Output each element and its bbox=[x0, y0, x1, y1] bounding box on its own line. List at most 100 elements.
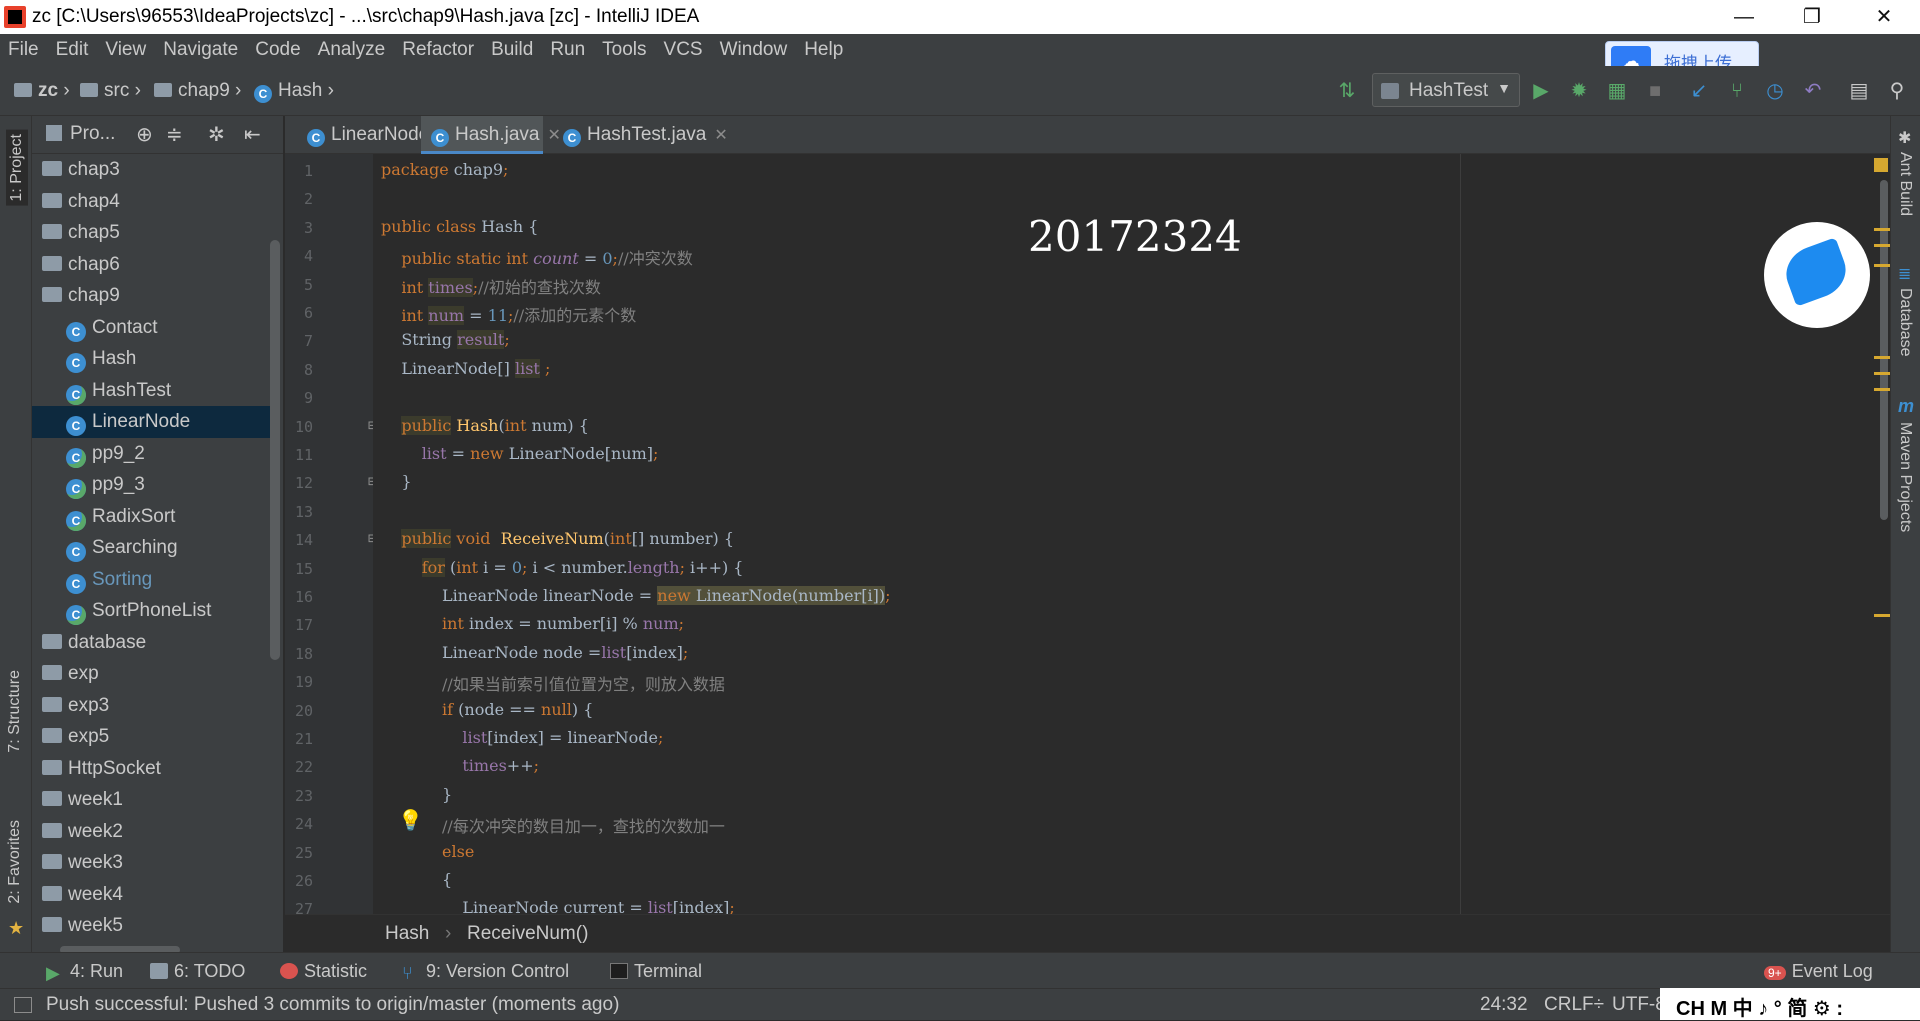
tree-item-searching[interactable]: C Searching bbox=[32, 532, 270, 564]
error-stripe[interactable] bbox=[1874, 154, 1890, 914]
tab-hashtest[interactable]: C HashTest.java ✕ bbox=[553, 116, 728, 154]
code-line[interactable]: package chap9; bbox=[381, 160, 508, 179]
todo-tool-button[interactable]: 6: TODO bbox=[150, 961, 245, 982]
search-icon[interactable]: ⚲ bbox=[1884, 78, 1910, 104]
tree-item-week4[interactable]: week4 bbox=[32, 879, 270, 911]
menu-analyze[interactable]: Analyze bbox=[318, 39, 386, 61]
editor-scrollbar[interactable] bbox=[1880, 180, 1888, 520]
status-message[interactable]: Push successful: Pushed 3 commits to ori… bbox=[46, 994, 619, 1016]
menu-help[interactable]: Help bbox=[804, 39, 843, 61]
project-tool-button[interactable]: 1: Project bbox=[6, 130, 28, 206]
statistic-tool-button[interactable]: Statistic bbox=[280, 961, 367, 982]
menu-view[interactable]: View bbox=[105, 39, 146, 61]
database-tool-button[interactable]: Database bbox=[1896, 288, 1914, 357]
tree-item-hashtest[interactable]: C HashTest bbox=[32, 375, 270, 407]
code-line[interactable]: { bbox=[381, 870, 452, 889]
caret-position[interactable]: 24:32 bbox=[1480, 994, 1528, 1016]
code-line[interactable]: list[index] = linearNode; bbox=[381, 728, 663, 747]
favorites-tool-button[interactable]: 2: Favorites bbox=[6, 820, 24, 904]
breadcrumb-hash[interactable]: C Hash › bbox=[254, 80, 334, 103]
tree-item-exp5[interactable]: exp5 bbox=[32, 721, 270, 753]
run-icon[interactable]: ▶ bbox=[1528, 78, 1554, 104]
code-line[interactable]: String result; bbox=[381, 330, 510, 350]
vcs-commit-icon[interactable]: ⑂ bbox=[1724, 78, 1750, 104]
tree-item-sorting[interactable]: C Sorting bbox=[32, 564, 270, 596]
close-button[interactable]: ✕ bbox=[1856, 4, 1912, 30]
code-line[interactable]: LinearNode linearNode = new LinearNode(n… bbox=[381, 586, 891, 605]
debug-icon[interactable]: ✹ bbox=[1566, 78, 1592, 104]
tree-item-chap9[interactable]: chap9 bbox=[32, 280, 270, 312]
project-view-select[interactable]: Pro... bbox=[70, 123, 115, 145]
stop-icon[interactable]: ■ bbox=[1642, 78, 1668, 104]
code-breadcrumb-method[interactable]: ReceiveNum() bbox=[467, 923, 588, 945]
version-control-tool-button[interactable]: ⑂ 9: Version Control bbox=[402, 961, 569, 983]
terminal-tool-button[interactable]: Terminal bbox=[610, 961, 702, 982]
code-editor[interactable]: package chap9; public class Hash { public… bbox=[373, 154, 1890, 914]
tree-item-hash[interactable]: C Hash bbox=[32, 343, 270, 375]
tree-item-pp9_2[interactable]: Cpp9_2 bbox=[32, 438, 270, 470]
tree-item-exp[interactable]: exp bbox=[32, 658, 270, 690]
line-separator[interactable]: CRLF÷ bbox=[1544, 994, 1604, 1016]
code-line[interactable]: for (int i = 0; i < number.length; i++) … bbox=[381, 557, 743, 577]
code-line[interactable]: times++; bbox=[381, 756, 539, 775]
menu-run[interactable]: Run bbox=[550, 39, 585, 61]
tree-item-week3[interactable]: week3 bbox=[32, 847, 270, 879]
tree-item-week2[interactable]: week2 bbox=[32, 816, 270, 848]
menu-window[interactable]: Window bbox=[720, 39, 788, 61]
tree-item-chap5[interactable]: chap5 bbox=[32, 217, 270, 249]
menu-refactor[interactable]: Refactor bbox=[402, 39, 474, 61]
code-line[interactable]: public void ReceiveNum(int[] number) { bbox=[381, 529, 734, 549]
code-line[interactable]: public class Hash { bbox=[381, 217, 538, 236]
code-line[interactable]: else bbox=[381, 842, 474, 861]
revert-icon[interactable]: ↶ bbox=[1800, 78, 1826, 104]
structure-tool-button[interactable]: 7: Structure bbox=[6, 670, 24, 753]
close-tab-icon[interactable]: ✕ bbox=[714, 127, 727, 144]
code-breadcrumb-class[interactable]: Hash bbox=[385, 923, 429, 945]
tree-item-linearnode[interactable]: C LinearNode bbox=[32, 406, 270, 438]
collapse-icon[interactable]: ≑ bbox=[166, 122, 183, 147]
code-line[interactable]: //如果当前索引值位置为空，则放入数据 bbox=[381, 671, 725, 695]
restore-button[interactable]: ❐ bbox=[1784, 4, 1840, 30]
code-line[interactable]: LinearNode[] list ; bbox=[381, 358, 550, 378]
minimize-button[interactable]: — bbox=[1716, 4, 1772, 30]
menu-tools[interactable]: Tools bbox=[602, 39, 646, 61]
project-scrollbar[interactable] bbox=[270, 240, 280, 660]
code-line[interactable]: int times;//初始的查找次数 bbox=[381, 274, 601, 298]
menu-build[interactable]: Build bbox=[491, 39, 533, 61]
hide-panel-icon[interactable]: ⇤ bbox=[244, 122, 261, 147]
code-line[interactable]: //每次冲突的数目加一，查找的次数加一 bbox=[381, 813, 725, 837]
tree-item-sortphonelist[interactable]: C SortPhoneList bbox=[32, 595, 270, 627]
code-line[interactable]: } bbox=[381, 785, 452, 804]
tree-item-chap6[interactable]: chap6 bbox=[32, 249, 270, 281]
gear-icon[interactable]: ✲ bbox=[208, 122, 225, 147]
tree-item-httpsocket[interactable]: HttpSocket bbox=[32, 753, 270, 785]
tree-item-chap3[interactable]: chap3 bbox=[32, 154, 270, 186]
code-line[interactable]: int index = number[i] % num; bbox=[381, 614, 684, 633]
project-structure-icon[interactable]: ▤ bbox=[1846, 78, 1872, 104]
feishu-bird-icon[interactable] bbox=[1764, 222, 1870, 328]
tree-item-pp9_3[interactable]: Cpp9_3 bbox=[32, 469, 270, 501]
run-config-select[interactable]: HashTest ▼ bbox=[1372, 73, 1520, 107]
tab-hash[interactable]: C Hash.java ✕ bbox=[421, 116, 561, 154]
code-line[interactable]: int num = 11;//添加的元素个数 bbox=[381, 302, 636, 326]
event-log-tool-button[interactable]: 9+ Event Log bbox=[1764, 961, 1873, 982]
code-line[interactable]: public static int count = 0;//冲突次数 bbox=[381, 245, 692, 269]
code-line[interactable]: LinearNode node =list[index]; bbox=[381, 643, 688, 662]
breadcrumb-project[interactable]: zc › bbox=[14, 80, 70, 102]
intention-bulb-icon[interactable]: 💡 bbox=[398, 808, 423, 833]
code-line[interactable]: LinearNode current = list[index]; bbox=[381, 898, 734, 914]
tree-item-chap4[interactable]: chap4 bbox=[32, 186, 270, 218]
code-line[interactable]: public Hash(int num) { bbox=[381, 415, 589, 435]
run-tool-button[interactable]: ▶ 4: Run bbox=[46, 961, 123, 983]
tree-item-exp3[interactable]: exp3 bbox=[32, 690, 270, 722]
tree-item-contact[interactable]: C Contact bbox=[32, 312, 270, 344]
menu-file[interactable]: File bbox=[8, 39, 39, 61]
menu-edit[interactable]: Edit bbox=[56, 39, 89, 61]
menu-navigate[interactable]: Navigate bbox=[163, 39, 238, 61]
code-line[interactable]: list = new LinearNode[num]; bbox=[381, 444, 659, 463]
file-encoding[interactable]: UTF-8 bbox=[1612, 994, 1666, 1016]
tree-item-radixsort[interactable]: C RadixSort bbox=[32, 501, 270, 533]
code-line[interactable]: } bbox=[381, 472, 411, 491]
menu-vcs[interactable]: VCS bbox=[664, 39, 703, 61]
breadcrumb-src[interactable]: src › bbox=[80, 80, 141, 102]
